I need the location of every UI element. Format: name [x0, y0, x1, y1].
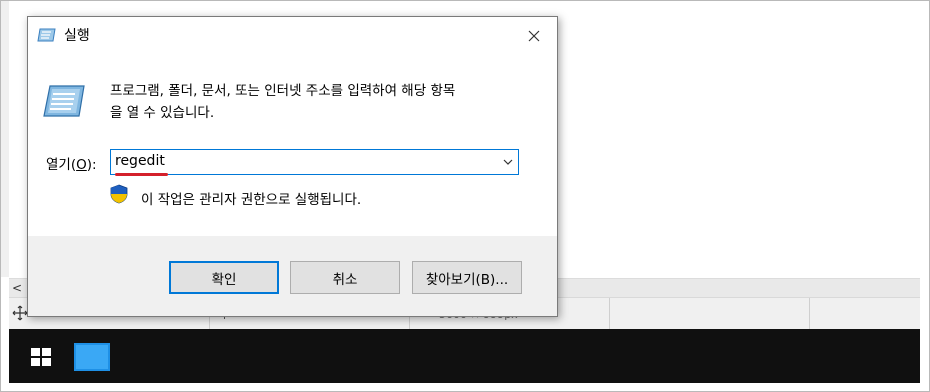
- dialog-title: 실행: [64, 28, 90, 44]
- description-line: 프로그램, 폴더, 문서, 또는 인터넷 주소를 입력하여 해당 항목: [110, 83, 456, 99]
- open-label: 열기(O):: [46, 153, 97, 173]
- open-label-suffix: ):: [86, 157, 97, 173]
- open-input[interactable]: regedit: [115, 153, 165, 169]
- cancel-button[interactable]: 취소: [290, 261, 400, 294]
- title-bar[interactable]: 실행: [28, 17, 557, 55]
- open-combobox[interactable]: regedit: [110, 149, 519, 176]
- description-line: 을 열 수 있습니다.: [110, 105, 215, 121]
- app-window-icon[interactable]: [74, 343, 110, 371]
- run-dialog: 실행 프로그램, 폴더, 문서, 또는 인터넷 주소를 입력하여 해당 항목 을…: [27, 16, 558, 317]
- windows-logo-icon[interactable]: [31, 348, 51, 366]
- scroll-left-arrow[interactable]: <: [12, 280, 22, 297]
- status-divider: [809, 298, 810, 330]
- open-label-prefix: 열기(: [46, 157, 77, 173]
- dialog-description: 프로그램, 폴더, 문서, 또는 인터넷 주소를 입력하여 해당 항목 을 열 …: [110, 80, 540, 124]
- uac-shield-icon: [110, 184, 128, 204]
- admin-note: 이 작업은 관리자 권한으로 실행됩니다.: [141, 192, 362, 208]
- close-button[interactable]: [511, 17, 557, 55]
- close-icon: [528, 30, 540, 42]
- open-label-accesskey: O: [76, 157, 87, 173]
- button-area: 확인 취소 찾아보기(B)...: [28, 236, 557, 316]
- browse-button[interactable]: 찾아보기(B)...: [412, 261, 522, 294]
- status-divider: [609, 298, 610, 330]
- chevron-down-icon[interactable]: [502, 156, 514, 168]
- taskbar: [9, 329, 920, 383]
- move-icon: [12, 305, 28, 321]
- background-window-edge: [1, 1, 9, 277]
- highlight-underline: [115, 173, 168, 176]
- ok-button[interactable]: 확인: [169, 261, 279, 294]
- run-icon: [37, 28, 56, 42]
- run-icon: [43, 85, 85, 117]
